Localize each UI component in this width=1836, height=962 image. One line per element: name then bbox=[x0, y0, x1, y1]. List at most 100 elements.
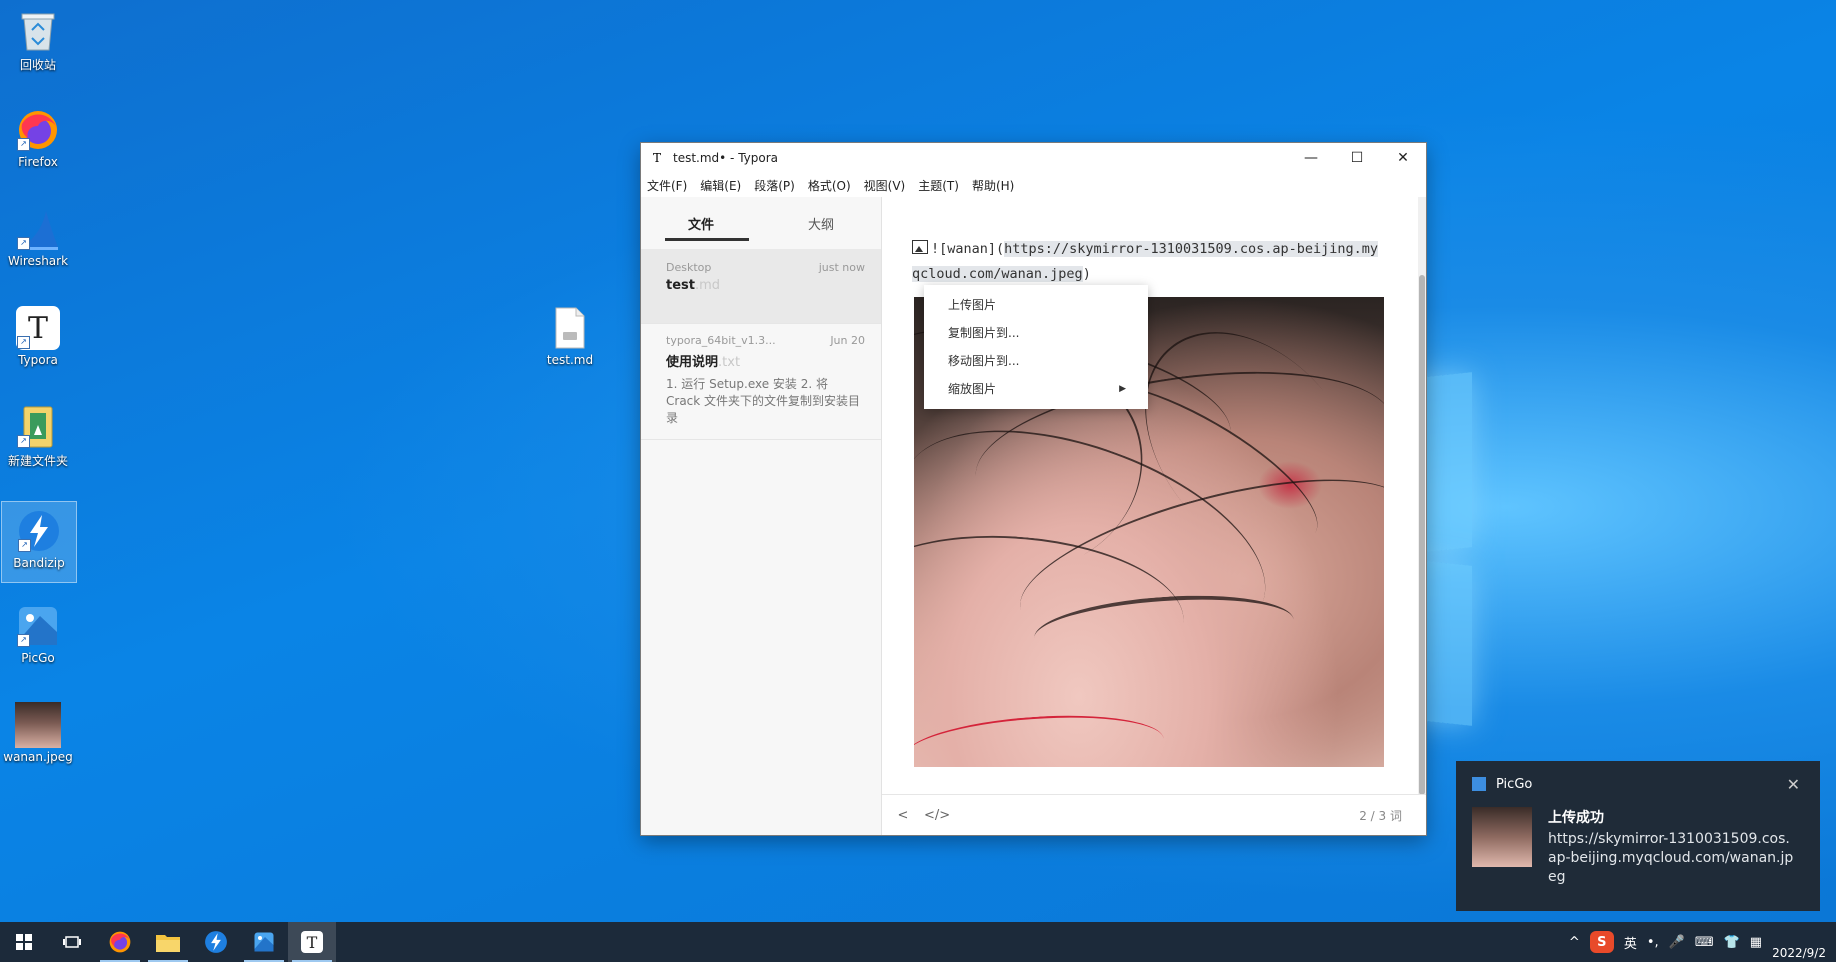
file-list-item[interactable]: Desktop just now test.md bbox=[641, 249, 881, 324]
menu-item-label: 缩放图片 bbox=[948, 382, 997, 396]
desktop-icon-test-md[interactable]: test.md bbox=[533, 299, 607, 379]
toggle-sidebar-button[interactable]: < bbox=[894, 808, 912, 823]
folder-icon: ↗ bbox=[15, 404, 61, 450]
desktop-icon-label: wanan.jpeg bbox=[3, 750, 73, 764]
title-bar[interactable]: T test.md• - Typora — ☐ ✕ bbox=[641, 143, 1426, 173]
taskbar-bandizip[interactable] bbox=[192, 922, 240, 962]
taskbar: T ^ S 英 •, 🎤 ⌨ 👕 ▦ 2022/9/2 bbox=[0, 922, 1836, 962]
file-explorer-icon bbox=[156, 935, 180, 952]
image-file-icon bbox=[15, 702, 61, 748]
file-time: just now bbox=[818, 261, 865, 274]
picgo-icon bbox=[254, 932, 274, 952]
firefox-icon bbox=[109, 931, 131, 953]
tab-files[interactable]: 文件 bbox=[641, 197, 761, 249]
start-button[interactable] bbox=[0, 922, 48, 962]
image-context-menu: 上传图片 复制图片到... 移动图片到... 缩放图片 ▶ bbox=[924, 285, 1148, 409]
taskbar-typora[interactable]: T bbox=[288, 922, 336, 962]
desktop-icon-bandizip[interactable]: ↗ Bandizip bbox=[1, 501, 77, 583]
menu-paragraph[interactable]: 段落(P) bbox=[754, 177, 795, 194]
desktop-icon-recycle-bin[interactable]: 回收站 bbox=[1, 2, 75, 82]
file-list-item[interactable]: typora_64bit_v1.3... Jun 20 使用说明.txt 1. … bbox=[641, 324, 881, 440]
typora-logo-icon: T bbox=[653, 151, 662, 165]
desktop-icon-wanan-jpeg[interactable]: wanan.jpeg bbox=[1, 696, 75, 776]
microphone-icon[interactable]: 🎤 bbox=[1669, 935, 1685, 950]
status-bar: < </> 2 / 3 词 bbox=[882, 794, 1426, 836]
desktop-icon-label: Firefox bbox=[18, 155, 58, 169]
task-view-button[interactable] bbox=[48, 922, 96, 962]
notification-app-name: PicGo bbox=[1496, 776, 1533, 792]
image-icon bbox=[912, 240, 928, 254]
sogou-ime-icon[interactable]: S bbox=[1589, 931, 1614, 953]
punctuation-icon[interactable]: •, bbox=[1647, 935, 1659, 950]
taskbar-file-explorer[interactable] bbox=[144, 922, 192, 962]
task-view-icon bbox=[63, 936, 81, 948]
ime-language-indicator[interactable]: 英 bbox=[1624, 933, 1637, 952]
start-icon bbox=[16, 934, 32, 950]
desktop-icon-typora[interactable]: T ↗ Typora bbox=[1, 299, 75, 379]
file-folder: Desktop bbox=[666, 261, 712, 274]
menu-item-move-image-to[interactable]: 移动图片到... bbox=[924, 347, 1148, 375]
menu-file[interactable]: 文件(F) bbox=[647, 177, 687, 194]
sidebar: 文件 大纲 Desktop just now test.md typora_64… bbox=[641, 197, 882, 835]
desktop-icon-label: Bandizip bbox=[13, 556, 65, 570]
bandizip-icon bbox=[205, 931, 227, 953]
file-folder: typora_64bit_v1.3... bbox=[666, 334, 776, 347]
markdown-image-source[interactable]: ![wanan](https://skymirror-1310031509.co… bbox=[912, 237, 1382, 287]
markdown-file-icon bbox=[547, 305, 593, 351]
file-time: Jun 20 bbox=[830, 334, 865, 347]
recycle-bin-icon bbox=[15, 8, 61, 54]
menu-item-upload-image[interactable]: 上传图片 bbox=[924, 291, 1148, 319]
clock-date[interactable]: 2022/9/2 bbox=[1772, 946, 1826, 960]
skin-icon[interactable]: 👕 bbox=[1724, 935, 1740, 950]
desktop-icon-label: Typora bbox=[18, 353, 58, 367]
bandizip-icon: ↗ bbox=[16, 508, 62, 554]
close-button[interactable]: ✕ bbox=[1380, 143, 1426, 173]
file-ext: .txt bbox=[718, 355, 741, 370]
system-tray: ^ S 英 •, 🎤 ⌨ 👕 ▦ 2022/9/2 bbox=[1564, 922, 1836, 962]
typora-icon: T bbox=[301, 931, 323, 953]
typora-icon: T ↗ bbox=[15, 305, 61, 351]
file-excerpt: 1. 运行 Setup.exe 安装 2. 将 Crack 文件夹下的文件复制到… bbox=[666, 377, 861, 425]
desktop-icon-label: 新建文件夹 bbox=[7, 454, 68, 468]
notification-message: https://skymirror-1310031509.cos.ap-beij… bbox=[1548, 831, 1794, 885]
desktop-icon-wireshark[interactable]: ↗ Wireshark bbox=[1, 200, 75, 280]
md-prefix: ![wanan]( bbox=[931, 241, 1005, 257]
keyboard-icon[interactable]: ⌨ bbox=[1695, 935, 1714, 950]
menu-item-copy-image-to[interactable]: 复制图片到... bbox=[924, 319, 1148, 347]
desktop-icon-picgo[interactable]: ↗ PicGo bbox=[1, 597, 75, 677]
desktop-icon-new-folder[interactable]: ↗ 新建文件夹 bbox=[1, 398, 75, 478]
word-count[interactable]: 2 / 3 词 bbox=[1359, 807, 1402, 824]
picgo-notification[interactable]: PicGo ✕ 上传成功 https://skymirror-131003150… bbox=[1456, 761, 1820, 911]
submenu-arrow-icon: ▶ bbox=[1119, 384, 1126, 394]
picgo-icon: ↗ bbox=[15, 603, 61, 649]
menu-theme[interactable]: 主题(T) bbox=[918, 177, 959, 194]
maximize-button[interactable]: ☐ bbox=[1334, 143, 1380, 173]
menu-edit[interactable]: 编辑(E) bbox=[700, 177, 741, 194]
md-suffix: ) bbox=[1082, 266, 1091, 282]
menu-view[interactable]: 视图(V) bbox=[864, 177, 906, 194]
minimize-button[interactable]: — bbox=[1288, 143, 1334, 173]
taskbar-firefox[interactable] bbox=[96, 922, 144, 962]
tab-outline[interactable]: 大纲 bbox=[761, 197, 881, 249]
chevron-up-icon[interactable]: ^ bbox=[1569, 935, 1580, 950]
taskbar-picgo[interactable] bbox=[240, 922, 288, 962]
menu-bar: 文件(F) 编辑(E) 段落(P) 格式(O) 视图(V) 主题(T) 帮助(H… bbox=[641, 173, 1426, 197]
desktop-icon-label: test.md bbox=[546, 353, 594, 367]
firefox-icon: ↗ bbox=[15, 107, 61, 153]
menu-help[interactable]: 帮助(H) bbox=[972, 177, 1014, 194]
window-title: test.md• - Typora bbox=[673, 151, 779, 165]
desktop-icon-firefox[interactable]: ↗ Firefox bbox=[1, 101, 75, 181]
close-icon[interactable]: ✕ bbox=[1787, 775, 1800, 794]
source-code-mode-button[interactable]: </> bbox=[924, 808, 950, 823]
menu-format[interactable]: 格式(O) bbox=[808, 177, 851, 194]
typora-window[interactable]: T test.md• - Typora — ☐ ✕ 文件(F) 编辑(E) 段落… bbox=[641, 143, 1426, 835]
file-name: test bbox=[666, 278, 695, 293]
scrollbar-thumb[interactable] bbox=[1419, 275, 1425, 795]
desktop-icon-label: 回收站 bbox=[19, 58, 56, 72]
editor-scrollbar[interactable] bbox=[1418, 197, 1426, 795]
menu-item-zoom-image[interactable]: 缩放图片 ▶ bbox=[924, 375, 1148, 403]
notification-thumbnail bbox=[1472, 807, 1532, 867]
toolbox-icon[interactable]: ▦ bbox=[1750, 935, 1762, 950]
file-ext: .md bbox=[694, 278, 721, 293]
desktop-icon-label: PicGo bbox=[21, 651, 55, 665]
